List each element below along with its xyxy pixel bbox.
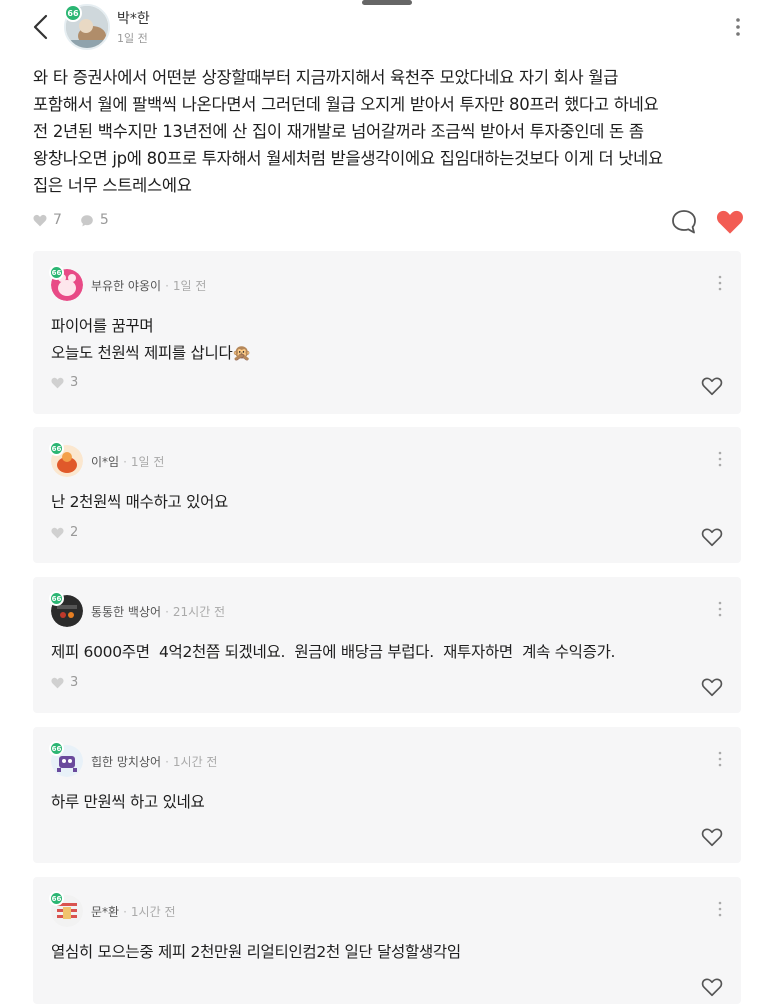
heart-icon (51, 677, 64, 688)
back-button[interactable] (30, 12, 54, 42)
comment-card: 66 문*환 · 1시간 전 열심히 모으는중 제피 2천만원 리얼티인컴2천 일단… (33, 877, 741, 1004)
comment-meta: 부유한 야옹이 · 1일 전 (91, 279, 207, 293)
comment-icon (81, 214, 93, 226)
comment-more-button[interactable] (715, 273, 725, 293)
comment-card: 66 이*임 · 1일 전 난 2천원씩 매수하고 있어요 2 (33, 427, 741, 563)
heart-filled-icon (717, 210, 743, 234)
comment-time: 1일 전 (130, 455, 165, 469)
comment-like-count: 2 (51, 525, 78, 540)
like-count: 7 (33, 212, 62, 228)
heart-outline-icon (701, 528, 723, 547)
comment-time: 21시간 전 (172, 605, 226, 619)
comment-meta: 통통한 백상어 · 21시간 전 (91, 605, 226, 619)
comment-card: 66 힙한 망치상어 · 1시간 전 하루 만원씩 하고 있네요 (33, 727, 741, 863)
commenter-name[interactable]: 통통한 백상어 (91, 605, 161, 619)
commenter-name[interactable]: 부유한 야옹이 (91, 279, 161, 293)
post-time: 1일 전 (117, 32, 148, 45)
comment-button[interactable] (670, 208, 698, 236)
comment-count: 5 (80, 212, 109, 228)
comment-like-button[interactable] (701, 826, 723, 848)
author-name[interactable]: 박*한 (117, 8, 150, 28)
like-count-value: 7 (53, 212, 62, 228)
comment-line: 오늘도 천원씩 제피를 삽니다🙊 (51, 344, 252, 362)
heart-outline-icon (701, 828, 723, 847)
comment-line: 제피 6000주면 4억2천쯤 되겠네요. 원금에 배당금 부럽다. 재투자하면… (51, 643, 616, 661)
comment-line: 난 2천원씩 매수하고 있어요 (51, 493, 229, 511)
comment-count-value: 5 (99, 212, 109, 228)
level-badge: 66 (49, 441, 64, 456)
commenter-name[interactable]: 힙한 망치상어 (91, 755, 161, 769)
heart-icon (33, 214, 47, 226)
level-badge: 66 (49, 741, 64, 756)
more-vertical-icon (718, 601, 722, 617)
post-stats: 7 5 (33, 212, 127, 228)
comment-time: 1시간 전 (130, 905, 176, 919)
heart-outline-icon (701, 377, 723, 396)
comment-like-button[interactable] (701, 375, 723, 397)
like-count-value: 3 (70, 375, 79, 390)
post-line: 집은 너무 스트레스에요 (33, 176, 192, 195)
comment-like-button[interactable] (701, 976, 723, 998)
comment-card: 66 부유한 야옹이 · 1일 전 파이어를 꿈꾸며 오늘도 천원씩 제피를 삽니다… (33, 251, 741, 414)
comment-more-button[interactable] (715, 749, 725, 769)
heart-icon (51, 377, 64, 388)
post-line: 와 타 증권사에서 어떤분 상장할때부터 지금까지해서 육천주 모았다네요 자기… (33, 68, 619, 87)
heart-outline-icon (701, 978, 723, 997)
commenter-name[interactable]: 문*환 (91, 905, 119, 919)
like-count-value: 3 (70, 675, 79, 690)
level-badge: 66 (49, 891, 64, 906)
chevron-left-icon (33, 14, 48, 40)
like-button[interactable] (716, 208, 744, 236)
comment-text: 난 2천원씩 매수하고 있어요 (51, 489, 228, 516)
comment-text: 파이어를 꿈꾸며 오늘도 천원씩 제피를 삽니다🙊 (51, 313, 252, 367)
comment-meta: 이*임 · 1일 전 (91, 455, 165, 469)
more-vertical-icon (736, 18, 740, 36)
comment-like-count: 3 (51, 375, 78, 390)
more-vertical-icon (718, 275, 722, 291)
drag-handle[interactable] (362, 0, 412, 5)
level-badge: 66 (49, 265, 64, 280)
speech-bubble-icon (672, 210, 696, 234)
comment-card: 66 통통한 백상어 · 21시간 전 제피 6000주면 4억2천쯤 되겠네요. … (33, 577, 741, 713)
comment-like-count: 3 (51, 675, 78, 690)
more-vertical-icon (718, 901, 722, 917)
heart-icon (51, 527, 64, 538)
comment-line: 열심히 모으는중 제피 2천만원 리얼티인컴2천 일단 달성할생각임 (51, 943, 461, 961)
comment-time: 1일 전 (172, 279, 207, 293)
comment-meta: 힙한 망치상어 · 1시간 전 (91, 755, 218, 769)
level-badge: 66 (49, 591, 64, 606)
post-line: 전 2년된 백수지만 13년전에 산 집이 재개발로 넘어갈꺼라 조금씩 받아서… (33, 122, 644, 141)
more-options-button[interactable] (730, 14, 746, 40)
more-vertical-icon (718, 751, 722, 767)
commenter-name[interactable]: 이*임 (91, 455, 119, 469)
post-line: 왕창나오면 jp에 80프로 투자해서 월세처럼 받을생각이에요 집임대하는것보… (33, 149, 663, 168)
comment-like-button[interactable] (701, 676, 723, 698)
comment-more-button[interactable] (715, 599, 725, 619)
comment-text: 제피 6000주면 4억2천쯤 되겠네요. 원금에 배당금 부럽다. 재투자하면… (51, 639, 615, 666)
comment-text: 열심히 모으는중 제피 2천만원 리얼티인컴2천 일단 달성할생각임 (51, 939, 461, 966)
post-body: 와 타 증권사에서 어떤분 상장할때부터 지금까지해서 육천주 모았다네요 자기… (33, 64, 753, 199)
heart-outline-icon (701, 678, 723, 697)
more-vertical-icon (718, 451, 722, 467)
comment-text: 하루 만원씩 하고 있네요 (51, 789, 205, 816)
comment-meta: 문*환 · 1시간 전 (91, 905, 176, 919)
like-count-value: 2 (70, 525, 79, 540)
comment-line: 하루 만원씩 하고 있네요 (51, 793, 205, 811)
comment-more-button[interactable] (715, 449, 725, 469)
comment-time: 1시간 전 (172, 755, 218, 769)
comment-line: 파이어를 꿈꾸며 (51, 317, 154, 335)
comment-like-button[interactable] (701, 526, 723, 548)
comment-more-button[interactable] (715, 899, 725, 919)
post-line: 포함해서 월에 팔백씩 나온다면서 그러던데 월급 오지게 받아서 투자만 80… (33, 95, 659, 114)
level-badge: 66 (64, 4, 82, 22)
